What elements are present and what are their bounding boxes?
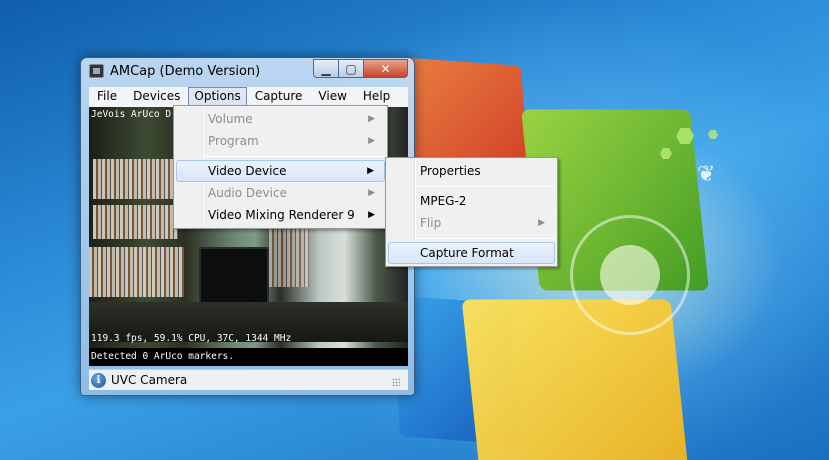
bookshelf: [89, 247, 184, 297]
menu-capture[interactable]: Capture: [247, 87, 311, 107]
minimize-button[interactable]: ▁: [313, 59, 339, 78]
menu-item-properties[interactable]: Properties: [388, 160, 555, 182]
close-button[interactable]: ✕: [364, 59, 408, 78]
menu-item-video-mixing-renderer[interactable]: Video Mixing Renderer 9 ▶: [176, 204, 385, 226]
chevron-right-icon: ▶: [368, 114, 375, 124]
wallpaper-hexagon: [708, 130, 718, 139]
menu-separator: [416, 238, 555, 239]
menu-help[interactable]: Help: [355, 87, 398, 107]
menu-file[interactable]: File: [89, 87, 125, 107]
menu-item-capture-format[interactable]: Capture Format: [388, 242, 555, 264]
bookshelf: [269, 227, 309, 287]
options-menu: Volume ▶ Program ▶ Video Device ▶ Audio …: [173, 105, 388, 229]
menu-bar: File Devices Options Capture View Help: [89, 87, 408, 107]
chevron-right-icon: ▶: [368, 188, 375, 198]
menu-item-flip[interactable]: Flip ▶: [388, 212, 555, 234]
menu-separator: [204, 156, 385, 157]
maximize-button[interactable]: ▢: [339, 59, 364, 78]
menu-item-mpeg2[interactable]: MPEG-2: [388, 190, 555, 212]
title-bar[interactable]: AMCap (Demo Version) ▁ ▢ ✕: [81, 58, 414, 86]
overlay-status-strip: Detected 0 ArUco markers.: [89, 348, 408, 366]
wallpaper-glow: [600, 245, 660, 305]
bookshelf: [93, 159, 178, 199]
overlay-status: Detected 0 ArUco markers.: [91, 351, 234, 362]
chevron-right-icon: ▶: [367, 166, 374, 176]
menu-separator: [416, 186, 555, 187]
butterfly-icon: ❦: [697, 162, 716, 187]
monitor: [199, 247, 269, 305]
overlay-stats: 119.3 fps, 59.1% CPU, 37C, 1344 MHz: [91, 333, 292, 344]
chevron-right-icon: ▶: [368, 136, 375, 146]
webcam-icon[interactable]: [89, 64, 104, 78]
resize-grip-icon[interactable]: [392, 378, 400, 386]
chevron-right-icon: ▶: [538, 218, 545, 228]
status-text: UVC Camera: [111, 373, 188, 387]
overlay-title: JeVois ArUco D: [91, 109, 172, 120]
video-device-submenu: Properties MPEG-2 Flip ▶ Capture Format: [385, 157, 558, 267]
menu-devices[interactable]: Devices: [125, 87, 188, 107]
menu-item-audio-device[interactable]: Audio Device ▶: [176, 182, 385, 204]
menu-item-video-device[interactable]: Video Device ▶: [176, 160, 385, 182]
menu-item-program[interactable]: Program ▶: [176, 130, 385, 152]
chevron-right-icon: ▶: [368, 210, 375, 220]
menu-item-volume[interactable]: Volume ▶: [176, 108, 385, 130]
menu-view[interactable]: View: [310, 87, 354, 107]
status-bar: i UVC Camera: [89, 369, 408, 390]
menu-options[interactable]: Options: [188, 87, 247, 107]
window-title: AMCap (Demo Version): [110, 64, 261, 79]
info-icon: i: [91, 372, 106, 388]
bookshelf: [93, 205, 178, 239]
